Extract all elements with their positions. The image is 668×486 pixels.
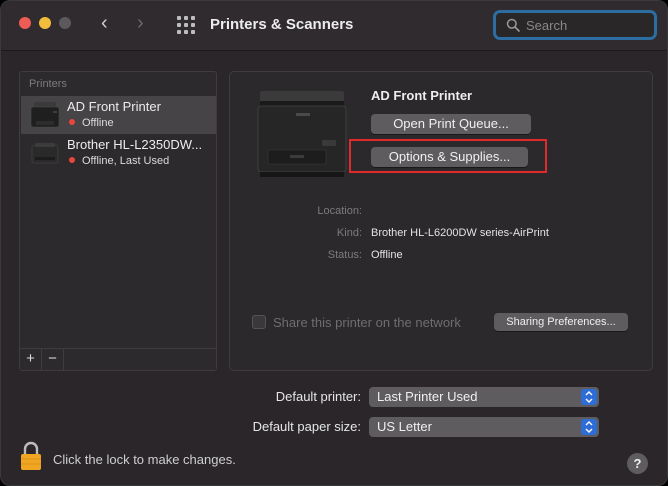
search-input[interactable]: [526, 16, 646, 34]
remove-printer-button[interactable]: −: [42, 349, 64, 370]
default-paper-size-value: US Letter: [377, 419, 432, 434]
add-printer-button[interactable]: +: [20, 349, 42, 370]
back-button[interactable]: ‹: [101, 12, 108, 34]
printer-list-footer: + −: [20, 348, 216, 370]
close-window-button[interactable]: [19, 17, 31, 29]
kind-label: Kind:: [336, 227, 362, 239]
default-printer-label: Default printer:: [275, 389, 361, 404]
printer-status: Offline, Last Used: [69, 155, 169, 167]
printer-icon: [31, 143, 59, 164]
location-label: Location:: [317, 205, 362, 217]
lock-message: Click the lock to make changes.: [53, 452, 236, 467]
default-paper-size-select[interactable]: US Letter: [369, 417, 599, 437]
default-paper-size-label: Default paper size:: [252, 419, 361, 434]
offline-status-dot-icon: [69, 157, 75, 163]
minimize-window-button[interactable]: [39, 17, 51, 29]
help-button[interactable]: ?: [627, 453, 648, 474]
selected-printer-title: AD Front Printer: [371, 88, 473, 103]
printer-name: AD Front Printer: [67, 99, 161, 114]
show-all-grid-icon[interactable]: [177, 16, 195, 34]
updown-chevron-icon: [581, 419, 597, 435]
printer-detail-panel: AD Front Printer Open Print Queue... Opt…: [229, 71, 653, 371]
highlight-annotation-box: [349, 139, 547, 173]
forward-button[interactable]: ›: [137, 12, 144, 34]
search-icon: [506, 18, 520, 32]
sharing-preferences-button[interactable]: Sharing Preferences...: [494, 313, 628, 331]
printer-list-header: Printers: [29, 78, 67, 90]
open-print-queue-button[interactable]: Open Print Queue...: [371, 114, 531, 134]
printer-list: Printers AD Front Printer Offline Brothe…: [19, 71, 217, 371]
status-label: Status:: [327, 249, 362, 261]
updown-chevron-icon: [581, 389, 597, 405]
default-printer-value: Last Printer Used: [377, 389, 478, 404]
lock-icon[interactable]: [19, 441, 43, 471]
title-bar: ‹ › Printers & Scanners: [1, 1, 667, 51]
default-printer-select[interactable]: Last Printer Used: [369, 387, 599, 407]
status-value: Offline: [371, 249, 403, 261]
printer-list-item-brother-hl-l2350dw[interactable]: Brother HL-L2350DW... Offline, Last Used: [21, 134, 216, 172]
printer-icon: [30, 102, 60, 128]
window-title: Printers & Scanners: [210, 16, 354, 33]
zoom-window-button[interactable]: [59, 17, 71, 29]
kind-value: Brother HL-L6200DW series-AirPrint: [371, 227, 549, 239]
share-printer-checkbox[interactable]: [252, 315, 266, 329]
search-field[interactable]: [493, 10, 657, 40]
printers-scanners-window: ‹ › Printers & Scanners Printers: [0, 0, 668, 486]
printer-status: Offline: [69, 117, 114, 129]
share-printer-label: Share this printer on the network: [273, 315, 461, 330]
offline-status-dot-icon: [69, 119, 75, 125]
printer-image: [257, 91, 347, 177]
printer-list-item-ad-front-printer[interactable]: AD Front Printer Offline: [21, 96, 216, 134]
printer-name: Brother HL-L2350DW...: [67, 137, 203, 152]
